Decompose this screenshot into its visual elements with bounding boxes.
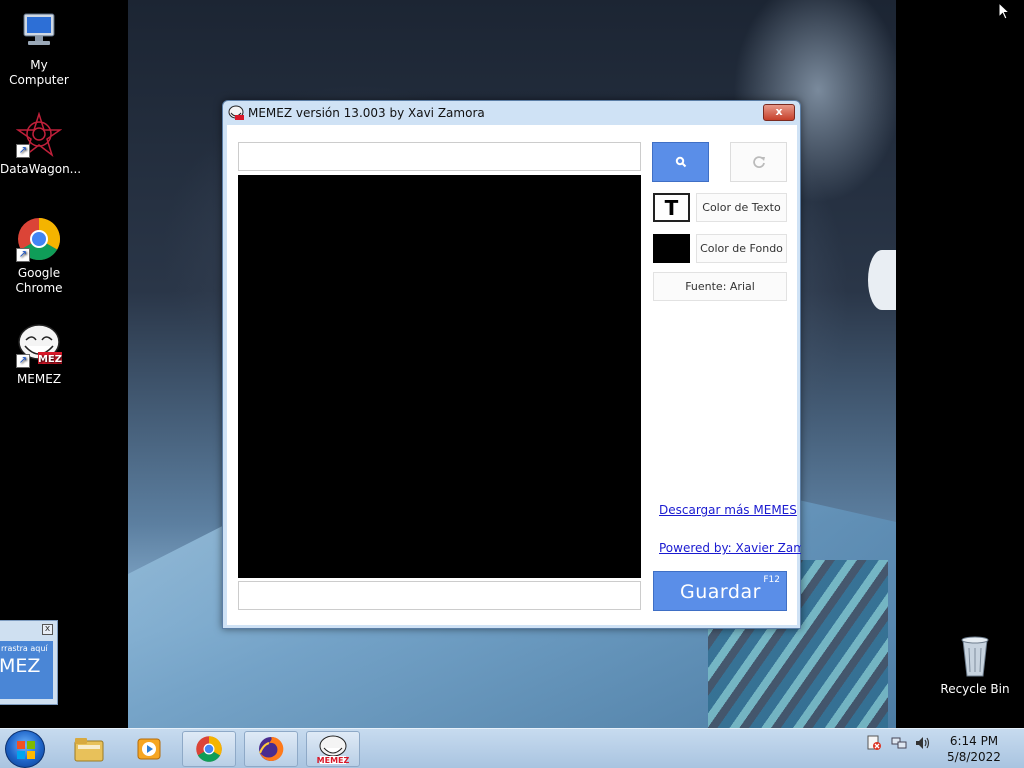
taskbar-explorer[interactable]: [62, 731, 116, 767]
widget-drop-area[interactable]: rrastra aquí MEZ: [0, 641, 53, 699]
search-button[interactable]: [652, 142, 709, 182]
desktop-icon-recycle-bin[interactable]: Recycle Bin: [936, 632, 1014, 697]
widget-hint: rrastra aquí: [1, 644, 48, 653]
start-button[interactable]: [5, 730, 45, 768]
datawagon-icon: ↗: [15, 111, 63, 158]
widget-close-button[interactable]: x: [42, 624, 53, 635]
taskbar-chrome[interactable]: [182, 731, 236, 767]
save-button[interactable]: Guardar F12: [653, 571, 787, 611]
background-color-button[interactable]: Color de Fondo: [696, 234, 787, 263]
meme-canvas[interactable]: [238, 175, 641, 578]
shortcut-arrow-icon: ↗: [16, 248, 30, 262]
background-color-swatch[interactable]: [653, 234, 690, 263]
search-icon: [675, 156, 686, 168]
memez-drop-widget[interactable]: x rrastra aquí MEZ: [0, 620, 58, 705]
desktop-icon-label: MEMEZ: [16, 372, 62, 386]
network-icon[interactable]: [891, 735, 907, 755]
shortcut-arrow-icon: ↗: [16, 144, 30, 158]
font-button[interactable]: Fuente: Arial: [653, 272, 787, 301]
top-text-input[interactable]: [238, 142, 641, 171]
taskbar-clock[interactable]: 6:14 PM 5/8/2022: [942, 733, 1006, 765]
powered-by-link[interactable]: Powered by: Xavier Zamora: [659, 541, 801, 555]
memez-window: MEMEZ versión 13.003 by Xavi Zamora x T …: [222, 100, 801, 629]
volume-icon[interactable]: [914, 735, 932, 755]
recycle-bin-icon: [952, 632, 998, 678]
window-title: MEMEZ versión 13.003 by Xavi Zamora: [248, 106, 485, 120]
media-player-icon: [137, 738, 161, 760]
text-color-swatch[interactable]: T: [653, 193, 690, 222]
refresh-button[interactable]: [730, 142, 787, 182]
desktop-icon-label: DataWagon...: [0, 162, 82, 176]
desktop-icon-datawagon[interactable]: ↗ DataWagon...: [0, 111, 82, 177]
taskbar-firefox[interactable]: [244, 731, 298, 767]
wallpaper-ear: [868, 250, 896, 310]
desktop-icon-memez[interactable]: MEZ ↗ MEMEZ: [0, 322, 78, 387]
refresh-icon: [752, 156, 765, 168]
close-button[interactable]: x: [763, 104, 795, 121]
app-trollface-icon: [228, 105, 244, 121]
computer-icon: [16, 8, 62, 54]
desktop-icon-my-computer[interactable]: My Computer: [0, 8, 78, 88]
windows-logo-icon: [17, 741, 35, 759]
clock-time: 6:14 PM: [949, 734, 999, 748]
window-titlebar[interactable]: MEMEZ versión 13.003 by Xavi Zamora x: [223, 101, 800, 125]
download-memes-link[interactable]: Descargar más MEMES: [659, 503, 801, 517]
save-shortcut-label: F12: [763, 575, 780, 585]
desktop-icon-label: Recycle Bin: [940, 682, 1010, 696]
text-color-button[interactable]: Color de Texto: [696, 193, 787, 222]
svg-text:MEMEZ: MEMEZ: [317, 756, 350, 764]
widget-logo: MEZ: [0, 655, 41, 677]
folder-icon: [74, 738, 104, 762]
taskbar: MEMEZ 6:14 PM 5/8/2022: [0, 728, 1024, 768]
save-button-label: Guardar: [680, 581, 761, 603]
firefox-icon: [259, 736, 284, 761]
taskbar-memez[interactable]: MEMEZ: [306, 731, 360, 767]
desktop-icon-google-chrome[interactable]: ↗ Google Chrome: [0, 216, 78, 296]
taskbar-media-player[interactable]: [122, 731, 176, 767]
chrome-icon: ↗: [16, 216, 62, 262]
action-center-icon[interactable]: [866, 735, 882, 755]
window-client-area: T Color de Texto Color de Fondo Fuente: …: [227, 125, 801, 625]
shortcut-arrow-icon: ↗: [16, 354, 30, 368]
mouse-cursor-icon: [998, 1, 1011, 20]
bottom-text-input[interactable]: [238, 581, 641, 610]
memez-icon: MEMEZ: [317, 735, 350, 764]
desktop-icon-label: My Computer: [9, 58, 69, 87]
desktop-icon-label: Google Chrome: [15, 266, 63, 295]
svg-text:MEZ: MEZ: [38, 354, 62, 365]
clock-date: 5/8/2022: [947, 750, 1001, 764]
chrome-icon: [196, 736, 222, 762]
trollface-icon: MEZ ↗: [16, 322, 62, 368]
